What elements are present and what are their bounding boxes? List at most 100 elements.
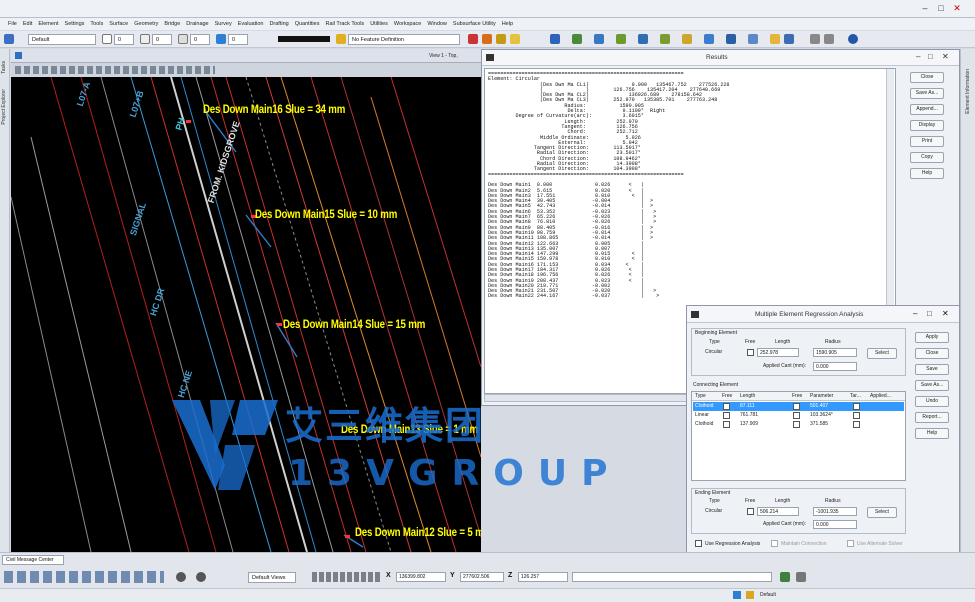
use-regression-checkbox[interactable] [695, 540, 702, 547]
results-save-as-button[interactable]: Save As... [910, 88, 944, 99]
beginning-free-checkbox[interactable] [747, 349, 754, 356]
column-target[interactable]: Tar... [850, 393, 861, 399]
message-center-tab[interactable]: Civil Message Center [2, 555, 64, 565]
tab-tasks[interactable]: Tasks [1, 61, 7, 74]
x-coordinate-input[interactable]: 136399.802 [396, 572, 446, 582]
minimize-icon[interactable]: – [916, 52, 920, 61]
tool-icon-e[interactable] [638, 34, 648, 44]
menu-file[interactable]: File [8, 21, 17, 27]
tool-icon-d[interactable] [616, 34, 626, 44]
line-style-icon[interactable] [140, 34, 150, 44]
minimize-icon[interactable]: – [918, 3, 932, 14]
column-free-2[interactable]: Free [792, 393, 802, 399]
maintain-connection-checkbox[interactable] [771, 540, 778, 547]
menu-drainage[interactable]: Drainage [186, 21, 208, 27]
row-target-checkbox[interactable] [853, 403, 860, 410]
transparency-icon[interactable] [216, 34, 226, 44]
tool-icon-h[interactable] [704, 34, 714, 44]
column-parameter[interactable]: Parameter [810, 393, 833, 399]
menu-workspace[interactable]: Workspace [394, 21, 421, 27]
menu-rail-track-tools[interactable]: Rail Track Tools [325, 21, 364, 27]
menu-subsurface-utility[interactable]: Subsurface Utility [453, 21, 496, 27]
beginning-cant-input[interactable]: 0.000 [813, 362, 857, 371]
menu-bridge[interactable]: Bridge [164, 21, 180, 27]
lock-icon[interactable] [746, 591, 754, 599]
save-icon[interactable] [784, 34, 794, 44]
maximize-icon[interactable]: □ [927, 309, 932, 318]
feature-definition-combo[interactable]: No Feature Definition [348, 34, 460, 45]
active-level-icon[interactable] [4, 34, 14, 44]
menu-evaluation[interactable]: Evaluation [238, 21, 264, 27]
column-length[interactable]: Length [740, 393, 755, 399]
color-icon[interactable] [102, 34, 112, 44]
tool-icon-a[interactable] [550, 34, 560, 44]
report-button[interactable]: Report... [915, 412, 949, 423]
view-control-icons[interactable] [15, 66, 215, 74]
close-icon[interactable]: ✕ [950, 3, 964, 14]
row-free-checkbox[interactable] [723, 403, 730, 410]
ending-length-input[interactable]: 506.214 [757, 507, 799, 516]
redo-icon[interactable] [824, 34, 834, 44]
column-applied[interactable]: Applied... [870, 393, 891, 399]
row-free-checkbox[interactable] [723, 412, 730, 419]
menu-surface[interactable]: Surface [109, 21, 128, 27]
results-copy-button[interactable]: Copy [910, 152, 944, 163]
snap-tool-icons[interactable] [4, 571, 164, 583]
row-free-checkbox[interactable] [793, 421, 800, 428]
menu-survey[interactable]: Survey [215, 21, 232, 27]
view-attributes-icon[interactable] [196, 572, 206, 582]
minimize-icon[interactable]: – [913, 309, 917, 318]
y-coordinate-input[interactable]: 277602.506 [460, 572, 504, 582]
results-print-button[interactable]: Print [910, 136, 944, 147]
results-help-button[interactable]: Help [910, 168, 944, 179]
row-free-checkbox[interactable] [793, 403, 800, 410]
undo-button[interactable]: Undo [915, 396, 949, 407]
alternate-solver-checkbox[interactable] [847, 540, 854, 547]
rail-tool-icon[interactable] [482, 34, 492, 44]
ending-select-button[interactable]: Select [867, 507, 897, 518]
info-icon[interactable] [726, 34, 736, 44]
tab-project-explorer[interactable]: Project Explorer [1, 89, 7, 125]
save-as-button[interactable]: Save As... [915, 380, 949, 391]
view-rotate-icon[interactable] [176, 572, 186, 582]
row-free-checkbox[interactable] [793, 412, 800, 419]
ending-radius-input[interactable]: -1001.935 [813, 507, 857, 516]
apply-button[interactable]: Apply [915, 332, 949, 343]
menu-drafting[interactable]: Drafting [269, 21, 288, 27]
color-combo[interactable]: 0 [114, 34, 134, 45]
close-button[interactable]: Close [915, 348, 949, 359]
folder-icon[interactable] [770, 34, 780, 44]
undo-icon[interactable] [810, 34, 820, 44]
results-append-button[interactable]: Append... [910, 104, 944, 115]
saved-views-combo[interactable]: Default Views [248, 572, 296, 583]
results-close-button[interactable]: Close [910, 72, 944, 83]
z-coordinate-input[interactable]: 126.257 [518, 572, 568, 582]
level-combo[interactable]: Default [28, 34, 96, 45]
feature-definition-icon[interactable] [336, 34, 346, 44]
tool-icon-b[interactable] [572, 34, 582, 44]
menu-help[interactable]: Help [502, 21, 513, 27]
settings-icon[interactable] [796, 572, 806, 582]
tool-icon-c[interactable] [594, 34, 604, 44]
row-target-checkbox[interactable] [853, 421, 860, 428]
menu-geometry[interactable]: Geometry [134, 21, 158, 27]
beginning-length-input[interactable]: 252.978 [757, 348, 799, 357]
beginning-select-button[interactable]: Select [867, 348, 897, 359]
tool-icon-g[interactable] [682, 34, 692, 44]
help-button[interactable]: Help [915, 428, 949, 439]
view-menu-icon[interactable] [15, 52, 22, 59]
tool-icon-i[interactable] [748, 34, 758, 44]
view-group-icons[interactable] [312, 572, 382, 582]
pencil-icon[interactable] [496, 34, 506, 44]
connecting-element-list[interactable]: Type Free Length Free Parameter Tar... A… [691, 391, 906, 481]
column-type[interactable]: Type [695, 393, 706, 399]
results-display-button[interactable]: Display [910, 120, 944, 131]
help-icon[interactable] [848, 34, 858, 44]
save-button[interactable]: Save [915, 364, 949, 375]
transparency-combo[interactable]: 0 [228, 34, 248, 45]
line-style-combo[interactable]: 0 [152, 34, 172, 45]
ending-cant-input[interactable]: 0.000 [813, 520, 857, 529]
line-weight-icon[interactable] [178, 34, 188, 44]
close-icon[interactable]: ✕ [942, 309, 949, 318]
close-icon[interactable]: ✕ [942, 52, 949, 61]
